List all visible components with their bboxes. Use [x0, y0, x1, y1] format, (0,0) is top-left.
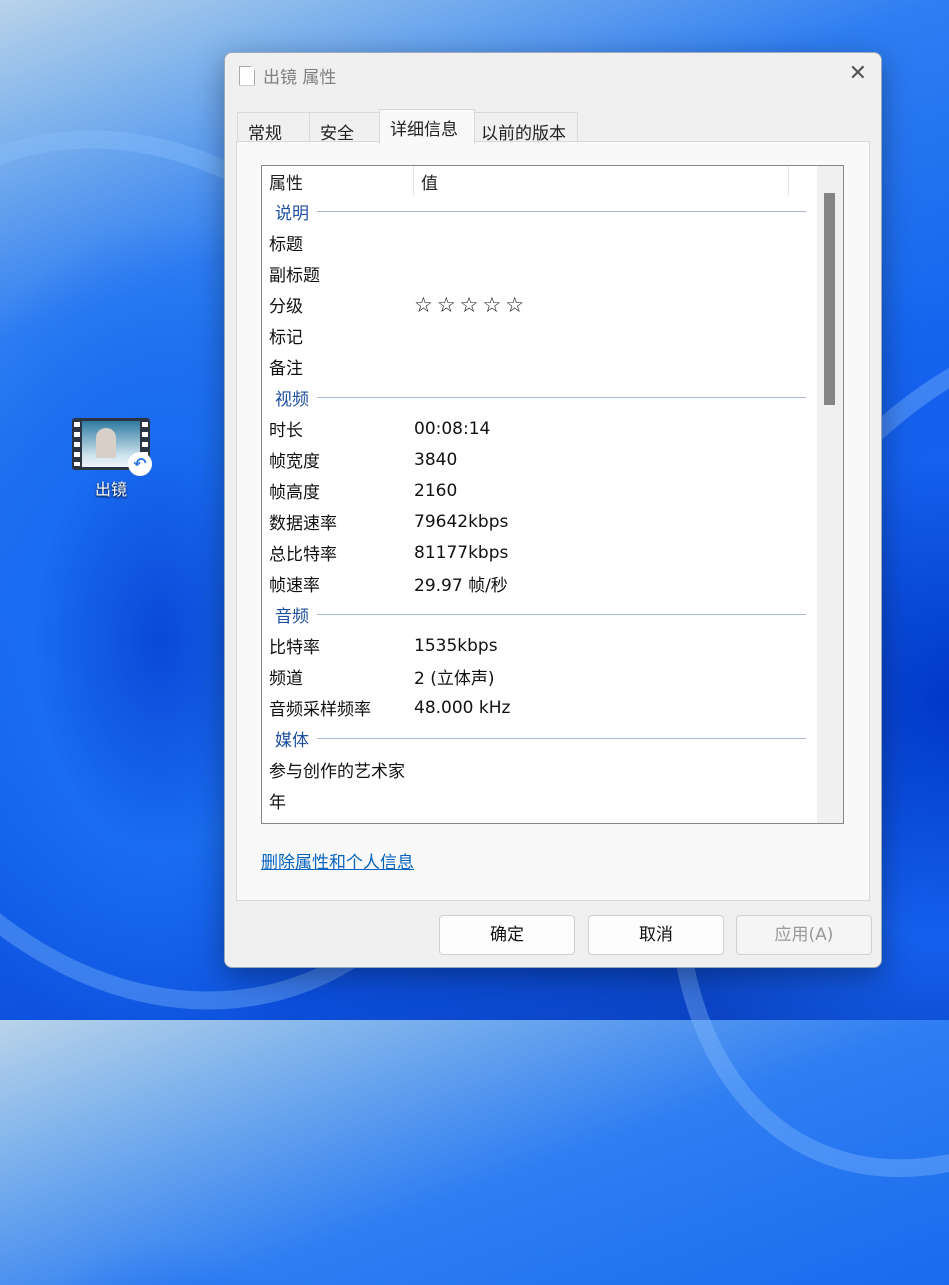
- document-icon: [239, 66, 255, 86]
- property-row[interactable]: 音频采样频率48.000 kHz: [262, 692, 843, 723]
- properties-dialog: 出镜 属性 ✕ 常规 安全 详细信息 以前的版本 属性 值 说明标题副标题分级☆…: [224, 52, 882, 968]
- details-panel: 属性 值 说明标题副标题分级☆☆☆☆☆标记备注视频时长00:08:14帧宽度38…: [236, 141, 870, 901]
- group-divider: [317, 738, 806, 739]
- property-name: 帧速率: [262, 571, 414, 596]
- property-value: 2160: [414, 481, 457, 501]
- property-name: 参与创作的艺术家: [262, 757, 414, 782]
- property-value: 3840: [414, 450, 457, 470]
- property-name: 帧高度: [262, 478, 414, 503]
- group-header[interactable]: 说明: [262, 196, 843, 227]
- property-row[interactable]: 总比特率81177kbps: [262, 537, 843, 568]
- property-value: 81177kbps: [414, 543, 508, 563]
- rating-stars[interactable]: ☆☆☆☆☆: [414, 293, 528, 317]
- property-row[interactable]: 副标题: [262, 258, 843, 289]
- shortcut-arrow-icon: ↶: [128, 452, 152, 476]
- property-name: 时长: [262, 416, 414, 441]
- group-divider: [317, 397, 806, 398]
- group-header[interactable]: 视频: [262, 382, 843, 413]
- property-row[interactable]: 帧速率29.97 帧/秒: [262, 568, 843, 599]
- property-row[interactable]: 帧宽度3840: [262, 444, 843, 475]
- property-value: 48.000 kHz: [414, 698, 510, 718]
- group-header[interactable]: 音频: [262, 599, 843, 630]
- property-name: 副标题: [262, 261, 414, 286]
- apply-button[interactable]: 应用(A): [736, 915, 872, 955]
- tab-security[interactable]: 安全: [309, 112, 380, 144]
- cancel-button[interactable]: 取消: [588, 915, 724, 955]
- close-button[interactable]: ✕: [849, 61, 867, 86]
- property-name: 总比特率: [262, 540, 414, 565]
- column-header-value[interactable]: 值: [414, 166, 789, 196]
- property-name: 标记: [262, 323, 414, 348]
- property-row[interactable]: 年: [262, 785, 843, 816]
- property-row[interactable]: 数据速率79642kbps: [262, 506, 843, 537]
- column-header-property[interactable]: 属性: [262, 166, 414, 196]
- group-label: 说明: [275, 199, 309, 224]
- property-row[interactable]: 时长00:08:14: [262, 413, 843, 444]
- desktop-video-shortcut[interactable]: ↶ 出镜: [66, 414, 156, 500]
- group-header[interactable]: 媒体: [262, 723, 843, 754]
- group-divider: [317, 211, 806, 212]
- group-label: 媒体: [275, 726, 309, 751]
- property-row[interactable]: 标记: [262, 320, 843, 351]
- group-divider: [317, 614, 806, 615]
- property-name: 帧宽度: [262, 447, 414, 472]
- property-value: 29.97 帧/秒: [414, 571, 508, 596]
- dialog-title: 出镜 属性: [263, 63, 336, 88]
- property-value: 00:08:14: [414, 419, 490, 439]
- title-bar: 出镜 属性: [239, 63, 336, 88]
- property-name: 数据速率: [262, 509, 414, 534]
- group-label: 音频: [275, 602, 309, 627]
- tab-bar: 常规 安全 详细信息 以前的版本: [237, 109, 577, 144]
- property-row[interactable]: 帧高度2160: [262, 475, 843, 506]
- tab-general[interactable]: 常规: [237, 112, 310, 144]
- ok-button[interactable]: 确定: [439, 915, 575, 955]
- property-row[interactable]: 分级☆☆☆☆☆: [262, 289, 843, 320]
- group-label: 视频: [275, 385, 309, 410]
- desktop-icon-label: 出镜: [66, 476, 156, 500]
- scrollbar-thumb[interactable]: [824, 193, 835, 405]
- property-name: 音频采样频率: [262, 695, 414, 720]
- property-name: 频道: [262, 664, 414, 689]
- property-row[interactable]: 比特率1535kbps: [262, 630, 843, 661]
- tab-details[interactable]: 详细信息: [379, 109, 475, 144]
- property-value: 79642kbps: [414, 512, 508, 532]
- tab-previous-versions[interactable]: 以前的版本: [474, 112, 578, 144]
- remove-properties-link[interactable]: 删除属性和个人信息: [261, 848, 414, 873]
- property-row[interactable]: 标题: [262, 227, 843, 258]
- video-file-icon: ↶: [72, 418, 150, 470]
- property-row[interactable]: 参与创作的艺术家: [262, 754, 843, 785]
- property-row[interactable]: 备注: [262, 351, 843, 382]
- property-list[interactable]: 属性 值 说明标题副标题分级☆☆☆☆☆标记备注视频时长00:08:14帧宽度38…: [261, 165, 844, 824]
- vertical-scrollbar[interactable]: [817, 166, 843, 823]
- property-row[interactable]: 频道2 (立体声): [262, 661, 843, 692]
- property-value: 2 (立体声): [414, 664, 494, 689]
- list-header: 属性 值: [262, 166, 843, 196]
- property-name: 标题: [262, 230, 414, 255]
- property-name: 备注: [262, 354, 414, 379]
- property-name: 比特率: [262, 633, 414, 658]
- property-value: 1535kbps: [414, 636, 498, 656]
- property-name: 年: [262, 788, 414, 813]
- property-name: 分级: [262, 292, 414, 317]
